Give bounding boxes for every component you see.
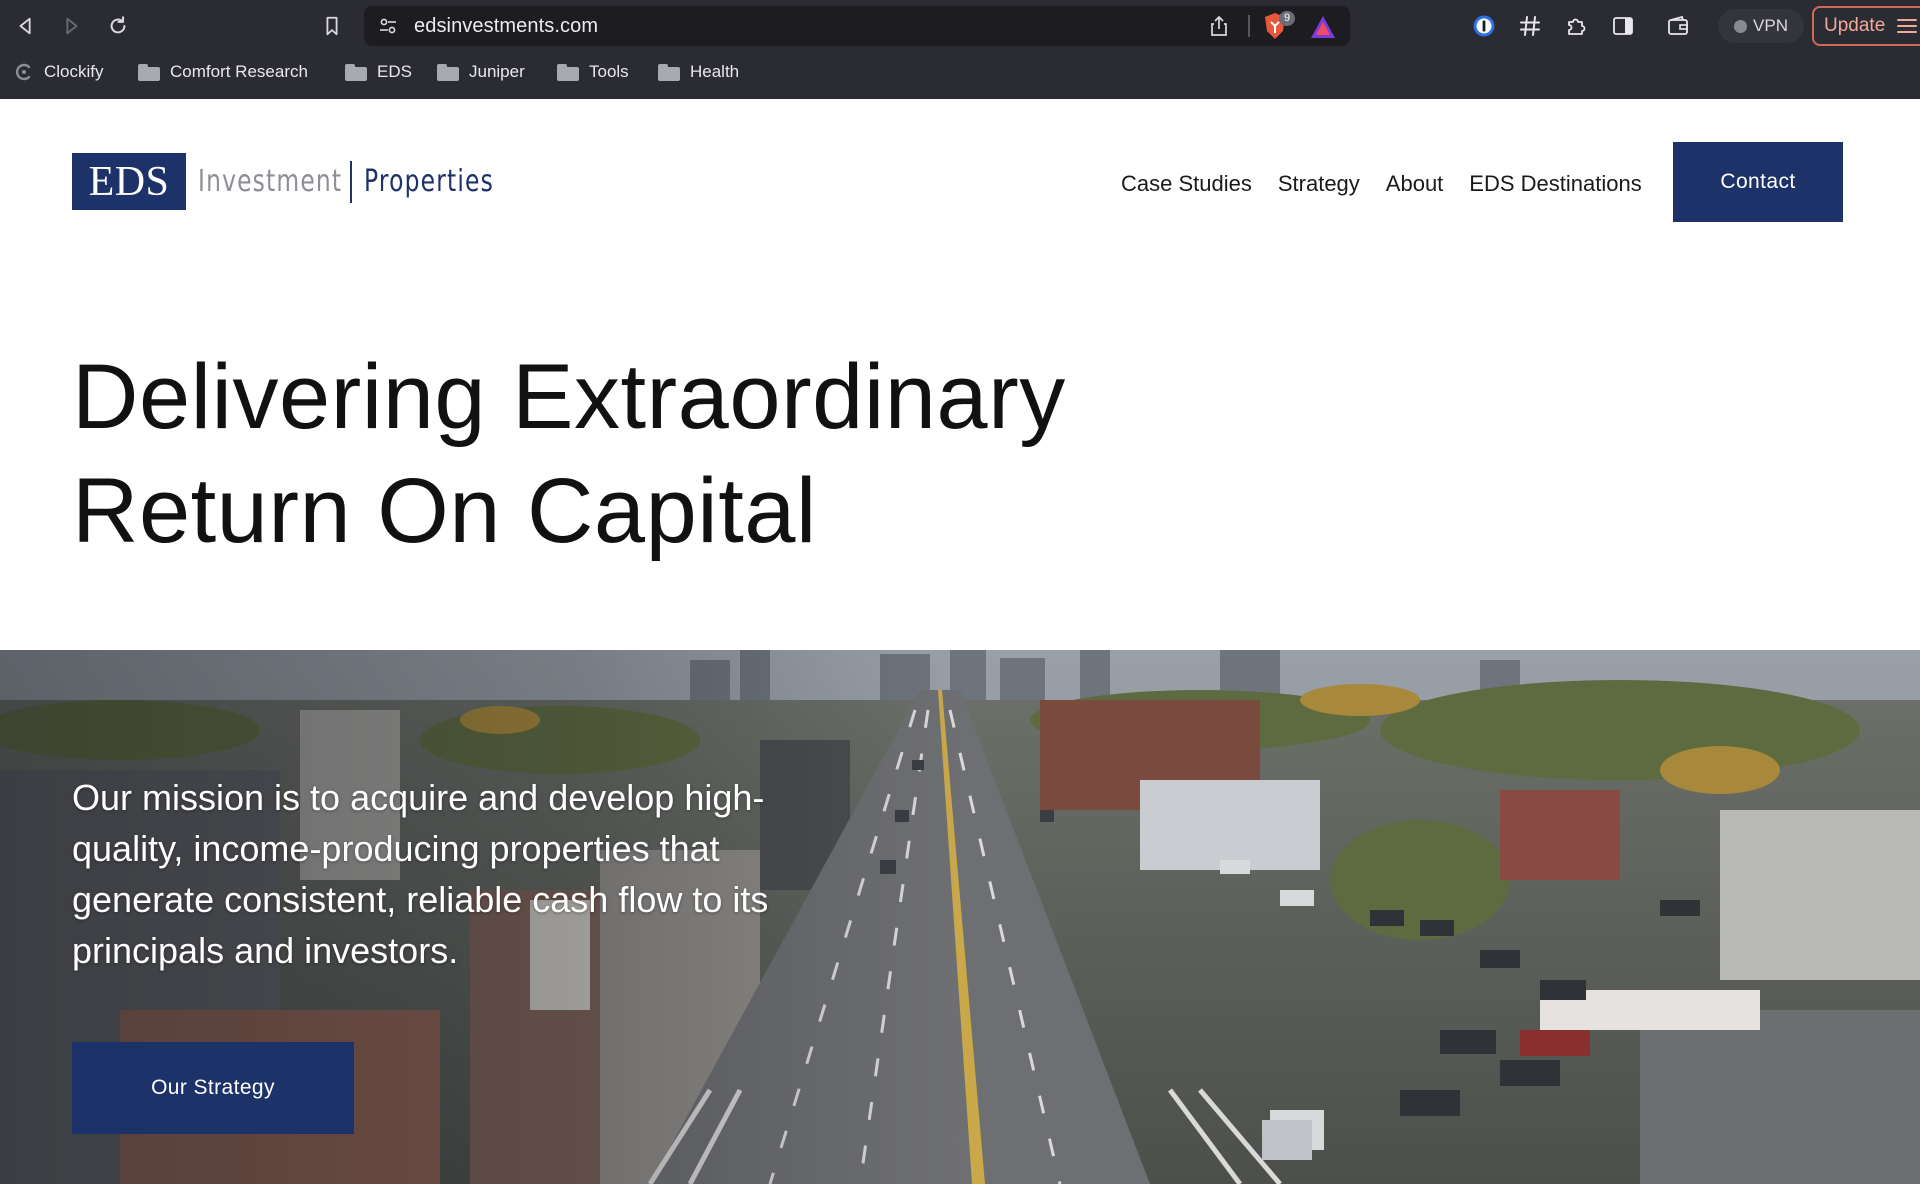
site-settings-icon[interactable]: [378, 16, 398, 36]
bookmark-label: Health: [690, 62, 740, 81]
folder-icon: [345, 63, 367, 81]
reload-icon: [110, 16, 126, 34]
divider: [1248, 15, 1250, 37]
wallet-icon: [1668, 15, 1688, 35]
sidebar-toggle-button[interactable]: [1609, 12, 1637, 40]
bookmark-label: Clockify: [44, 62, 104, 81]
share-icon[interactable]: [1208, 15, 1230, 37]
bookmark-folder-eds[interactable]: EDS: [345, 58, 412, 86]
bookmark-icon: [326, 16, 338, 36]
url-text[interactable]: edsinvestments.com: [414, 15, 598, 38]
folder-icon: [658, 63, 680, 81]
back-arrow-icon: [19, 17, 31, 35]
back-button[interactable]: [12, 12, 40, 40]
hero-heading-line-2: Return On Capital: [72, 460, 817, 562]
clockify-icon: [15, 63, 31, 81]
vpn-button[interactable]: VPN: [1718, 9, 1804, 43]
sidebar-icon: [1613, 17, 1633, 35]
folder-icon: [437, 63, 459, 81]
menu-icon: [1897, 19, 1918, 33]
logo-word-investment: Investment: [198, 164, 343, 199]
onepassword-icon: [1473, 15, 1495, 37]
hero-heading-line-1: Delivering Extraordinary: [72, 346, 1066, 448]
reload-button[interactable]: [104, 12, 132, 40]
brave-rewards-icon[interactable]: [1309, 14, 1337, 40]
folder-icon: [557, 63, 579, 81]
folder-icon: [138, 63, 160, 81]
logo-divider: [350, 160, 352, 203]
site-header: EDS Investment Properties Case Studies S…: [0, 99, 1920, 269]
update-button[interactable]: Update: [1812, 6, 1920, 46]
bookmarks-bar: Clockify Comfort Research EDS Juniper To…: [0, 54, 1920, 90]
bookmark-folder-juniper[interactable]: Juniper: [437, 58, 525, 86]
bookmark-folder-comfort-research[interactable]: Comfort Research: [138, 58, 308, 86]
nav-strategy[interactable]: Strategy: [1278, 171, 1360, 197]
nav-eds-destinations[interactable]: EDS Destinations: [1469, 171, 1641, 197]
logo-word-properties: Properties: [364, 164, 494, 199]
nav-case-studies[interactable]: Case Studies: [1121, 171, 1252, 197]
browser-chrome: edsinvestments.com 9 VPN Update Clockify…: [0, 0, 1920, 99]
site-logo[interactable]: EDS Investment Properties: [72, 153, 524, 210]
main-nav: Case Studies Strategy About EDS Destinat…: [1121, 171, 1642, 197]
bookmark-folder-tools[interactable]: Tools: [557, 58, 629, 86]
hashtag-icon: [1520, 16, 1540, 36]
hero-banner: Our mission is to acquire and develop hi…: [0, 650, 1920, 1184]
bookmark-label: Tools: [589, 62, 629, 81]
bookmark-label: EDS: [377, 62, 412, 81]
our-strategy-button[interactable]: Our Strategy: [72, 1042, 354, 1134]
browser-toolbar: edsinvestments.com 9 VPN Update: [0, 0, 1920, 52]
password-manager-button[interactable]: [1470, 12, 1498, 40]
bookmark-folder-health[interactable]: Health: [658, 58, 739, 86]
bookmark-label: Comfort Research: [170, 62, 308, 81]
vpn-label: VPN: [1753, 16, 1788, 35]
puzzle-icon: [1568, 18, 1586, 35]
vpn-status-dot: [1734, 19, 1748, 33]
logo-mark: EDS: [72, 153, 186, 210]
address-bar[interactable]: edsinvestments.com 9: [364, 6, 1350, 46]
extensions-button[interactable]: [1562, 12, 1590, 40]
forward-button[interactable]: [57, 12, 85, 40]
update-label: Update: [1824, 15, 1886, 36]
wallet-button[interactable]: [1664, 12, 1692, 40]
nav-about[interactable]: About: [1386, 171, 1444, 197]
hashtag-extension-button[interactable]: [1516, 12, 1544, 40]
shields-count-badge: 9: [1279, 11, 1295, 26]
hero-heading: Delivering Extraordinary Return On Capit…: [72, 340, 1066, 568]
bookmark-label: Juniper: [469, 62, 525, 81]
bookmark-clockify[interactable]: Clockify: [14, 58, 104, 86]
forward-arrow-icon: [66, 17, 78, 35]
mission-statement: Our mission is to acquire and develop hi…: [72, 777, 769, 971]
contact-button[interactable]: Contact: [1673, 142, 1843, 222]
bookmark-button[interactable]: [318, 12, 346, 40]
